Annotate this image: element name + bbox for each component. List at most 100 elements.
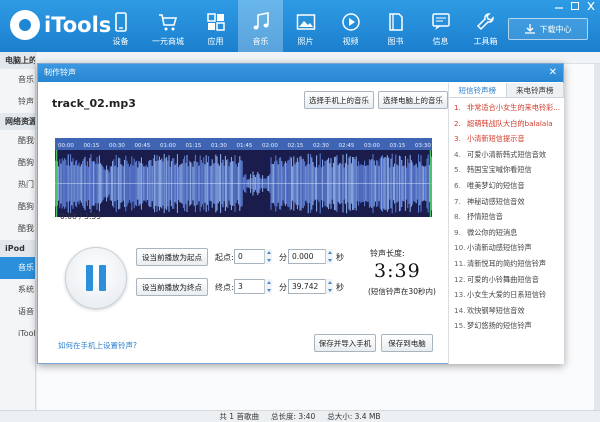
maximize-icon[interactable] (570, 2, 580, 10)
video-play-icon (341, 13, 360, 31)
help-link[interactable]: 如何在手机上设置铃声? (58, 340, 137, 351)
tab-music[interactable]: 音乐 (238, 0, 283, 52)
select-pc-music-button[interactable]: 选择电脑上的音乐 (378, 91, 448, 109)
ringtone-list-item[interactable]: 13. 小女生大爱的日系短信铃 (449, 287, 564, 303)
ruler-tick-label: 00:00 (58, 143, 74, 149)
ringtone-rank: 9. (454, 227, 461, 237)
dialog-title: 制作铃声 (38, 64, 563, 82)
minimize-icon[interactable] (554, 2, 564, 10)
ringtone-title: 神秘动感短信音效 (467, 196, 525, 206)
second-unit: 秒 (336, 253, 344, 262)
download-label: 下载中心 (539, 24, 572, 34)
tab-video[interactable]: 视频 (328, 0, 373, 52)
end-minute-spinner[interactable] (264, 279, 272, 294)
end-second-spinner[interactable] (325, 279, 333, 294)
waveform[interactable]: 00:00 00:15 00:30 00:45 01:00 01:15 01:30 01:45… (55, 138, 432, 217)
sidebar-item-hot[interactable]: 热门 (0, 174, 35, 196)
ruler-tick-label: 01:30 (211, 143, 227, 149)
ring-length-label: 铃声长度: (370, 249, 405, 258)
status-size: 总大小: 3.4 MB (327, 412, 381, 421)
ringtone-title: 小女生大爱的日系短信铃 (467, 290, 547, 300)
sidebar-item-pc-ringtones[interactable]: 铃声 (0, 91, 35, 113)
sidebar-item-pc-music[interactable]: 音乐 (0, 69, 35, 91)
ringtone-title: 抒情短信音 (467, 212, 503, 222)
tab-sms-ringtones[interactable]: 短信铃声榜 (449, 83, 507, 97)
start-minute-spinner[interactable] (264, 249, 272, 264)
status-bar: 共 1 首歌曲 总长度: 3:40 总大小: 3.4 MB (0, 410, 600, 422)
ruler-tick-label: 02:00 (262, 143, 278, 149)
ringtone-ranking-panel: 短信铃声榜 来电铃声榜 1. 非常适合小女生的来电铃彩... 2. 超萌韩战队大白的b… (448, 83, 564, 364)
logo-icon (10, 10, 40, 40)
sidebar-item-system[interactable]: 系统 (0, 279, 35, 301)
set-end-button[interactable]: 设当前播放为终点 (136, 278, 208, 296)
tab-call-ringtones[interactable]: 来电铃声榜 (506, 83, 564, 97)
save-and-import-button[interactable]: 保存并导入手机 (314, 334, 376, 352)
ring-length-value: 3:39 (374, 260, 421, 282)
wrench-icon (476, 13, 494, 31)
sidebar-item-kugou-2[interactable]: 酷狗 (0, 196, 35, 218)
sidebar-item-itools[interactable]: iTools (0, 323, 35, 345)
ringtone-title: 欢快钢琴短信音效 (467, 305, 525, 315)
waveform-graph: 00:00 00:15 00:30 00:45 01:00 01:15 01:30 01:45… (55, 138, 432, 217)
ringtone-title: 可爱的小铃舞曲短信音 (467, 274, 539, 284)
tab-books[interactable]: 图书 (373, 0, 418, 52)
ringtone-rank: 8. (454, 212, 461, 222)
select-phone-music-button[interactable]: 选择手机上的音乐 (304, 91, 374, 109)
ringtone-list-item[interactable]: 6. 唯美梦幻的短信音 (449, 178, 564, 194)
set-start-button[interactable]: 设当前播放为起点 (136, 248, 208, 266)
photo-icon (296, 14, 315, 30)
tab-device[interactable]: 设备 (98, 0, 143, 52)
ringtone-list-item[interactable]: 1. 非常适合小女生的来电铃彩... (449, 100, 564, 116)
pause-button[interactable] (65, 247, 127, 309)
save-to-pc-button[interactable]: 保存到电脑 (381, 334, 433, 352)
ringtone-list-item[interactable]: 10. 小清新动感短信铃声 (449, 240, 564, 256)
ruler-tick-label: 03:00 (364, 143, 380, 149)
ringtone-list-item[interactable]: 3. 小清新短信提示音 (449, 131, 564, 147)
tab-label: 图书 (387, 37, 404, 46)
tab-photos[interactable]: 照片 (283, 0, 328, 52)
ringtone-list-item[interactable]: 5. 韩国宝宝喊你看短信 (449, 162, 564, 178)
ringtone-title: 微公你的短消息 (467, 227, 518, 237)
status-count: 共 1 首歌曲 (219, 412, 259, 421)
ringtone-rank: 12. (454, 274, 466, 284)
ringtone-list-item[interactable]: 12. 可爱的小铃舞曲短信音 (449, 272, 564, 288)
sidebar-item-voice[interactable]: 语音 (0, 301, 35, 323)
sidebar-item-kugou[interactable]: 酷狗 (0, 152, 35, 174)
window-controls (554, 1, 596, 11)
tab-label: 一元商城 (152, 37, 184, 46)
ringtone-list-item[interactable]: 9. 微公你的短消息 (449, 225, 564, 241)
tab-mall[interactable]: 一元商城 (143, 0, 193, 52)
ringtone-title: 可爱小清新韩式短信音效 (467, 149, 547, 159)
ringtone-list-item[interactable]: 11. 清新悦耳的简约短信铃声 (449, 256, 564, 272)
sidebar-item-kuwo[interactable]: 酷我 (0, 218, 35, 240)
ringtone-rank: 11. (454, 258, 466, 268)
tab-label: 视频 (342, 37, 359, 46)
ringtone-list-item[interactable]: 8. 抒情短信音 (449, 209, 564, 225)
main-tabs: 设备 一元商城 应用 音乐 照片 视频 图书 信息 工具箱 (98, 0, 508, 52)
ringtone-title: 小清新短信提示音 (467, 134, 525, 144)
ringtone-rank: 13. (454, 290, 466, 300)
close-icon[interactable]: ✕ (549, 67, 557, 78)
ruler-tick-label: 00:30 (109, 143, 125, 149)
tab-toolbox[interactable]: 工具箱 (463, 0, 508, 52)
start-second-spinner[interactable] (325, 249, 333, 264)
ringtone-title: 唯美梦幻的短信音 (467, 180, 525, 190)
ringtone-list-item[interactable]: 14. 欢快钢琴短信音效 (449, 303, 564, 319)
ringtone-list-item[interactable]: 15. 梦幻悠扬的短信铃声 (449, 318, 564, 334)
close-window-icon[interactable] (586, 1, 596, 11)
second-unit: 秒 (336, 283, 344, 292)
content-scrollbar[interactable] (594, 64, 600, 410)
tab-messages[interactable]: 信息 (418, 0, 463, 52)
ringtone-list-item[interactable]: 2. 超萌韩战队大白的balalala (449, 116, 564, 132)
download-center-button[interactable]: 下载中心 (508, 18, 588, 40)
ruler-tick-label: 00:15 (84, 143, 100, 149)
sidebar-item-device-music[interactable]: 音乐 (0, 257, 35, 279)
ringtone-list-item[interactable]: 7. 神秘动感短信音效 (449, 194, 564, 210)
ringtone-rank: 5. (454, 165, 461, 175)
tab-apps[interactable]: 应用 (193, 0, 238, 52)
ringtone-title: 梦幻悠扬的短信铃声 (467, 321, 532, 331)
ringtone-list-item[interactable]: 4. 可爱小清新韩式短信音效 (449, 147, 564, 163)
ruler-tick-label: 02:30 (313, 143, 329, 149)
sidebar-item-kuwo-music[interactable]: 酷我音乐 (0, 130, 35, 152)
phone-icon (114, 12, 127, 32)
